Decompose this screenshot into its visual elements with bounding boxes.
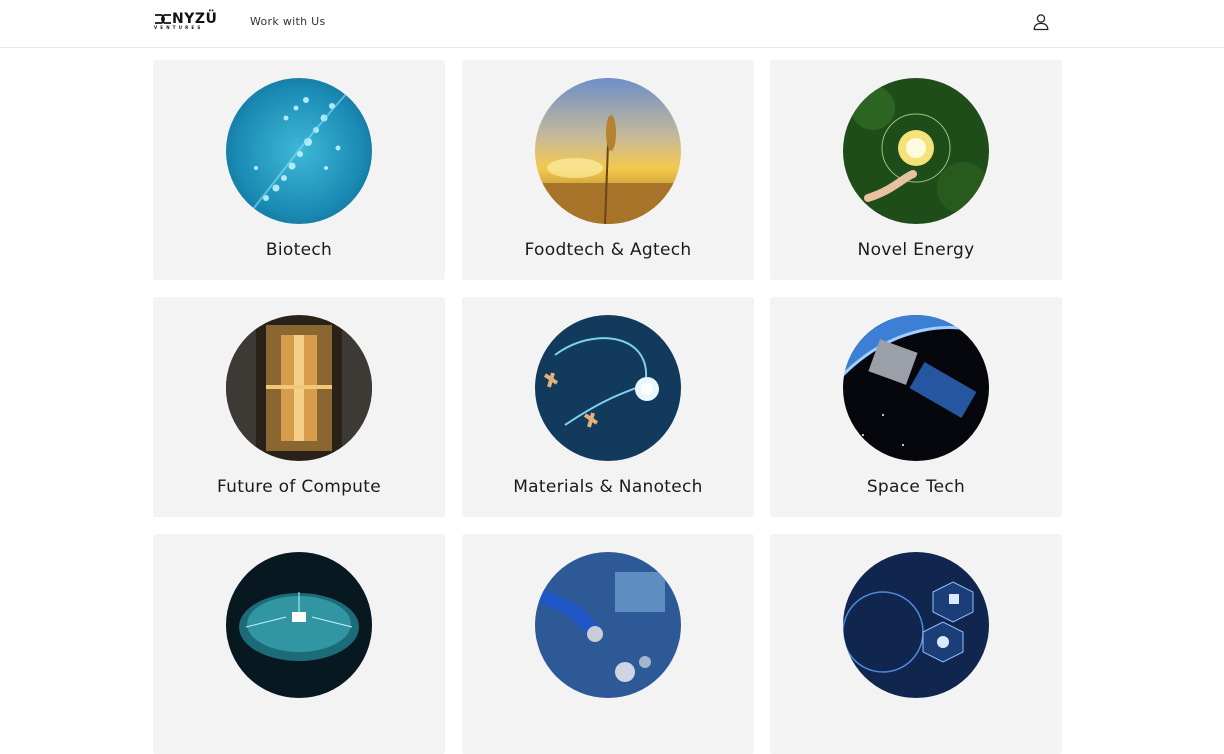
circuit-brain-image — [226, 552, 372, 698]
robot-arm-image — [535, 552, 681, 698]
brand-subtitle: VENTURES — [154, 25, 204, 30]
quantum-computer-image — [226, 315, 372, 461]
dna-helix-image — [226, 78, 372, 224]
category-card-novel-energy[interactable]: Novel Energy — [770, 60, 1062, 280]
category-card-space-tech[interactable]: Space Tech — [770, 297, 1062, 517]
category-card-foodtech-agtech[interactable]: Foodtech & Agtech — [462, 60, 754, 280]
category-card-future-of-compute[interactable]: Future of Compute — [153, 297, 445, 517]
infinity-mark-icon — [155, 14, 171, 24]
category-title: Space Tech — [866, 477, 966, 497]
user-icon[interactable] — [1032, 13, 1050, 31]
category-title: Materials & Nanotech — [513, 477, 703, 497]
category-title: Foodtech & Agtech — [524, 240, 692, 260]
category-card-9[interactable] — [770, 534, 1062, 754]
brand-logo[interactable]: NYZÜ VENTURES — [154, 11, 222, 31]
category-title: Future of Compute — [217, 477, 381, 497]
cyber-security-image — [843, 552, 989, 698]
category-card-biotech[interactable]: Biotech — [153, 60, 445, 280]
category-card-materials-nanotech[interactable]: Materials & Nanotech — [462, 297, 754, 517]
category-title: Novel Energy — [857, 240, 975, 260]
nav-work-with-us[interactable]: Work with Us — [250, 15, 326, 28]
category-card-7[interactable] — [153, 534, 445, 754]
green-lightbulb-image — [843, 78, 989, 224]
category-title: Biotech — [265, 240, 333, 260]
site-header: NYZÜ VENTURES Work with Us — [0, 0, 1224, 48]
wheat-sunset-image — [535, 78, 681, 224]
nano-robot-image — [535, 315, 681, 461]
category-card-8[interactable] — [462, 534, 754, 754]
satellite-image — [843, 315, 989, 461]
